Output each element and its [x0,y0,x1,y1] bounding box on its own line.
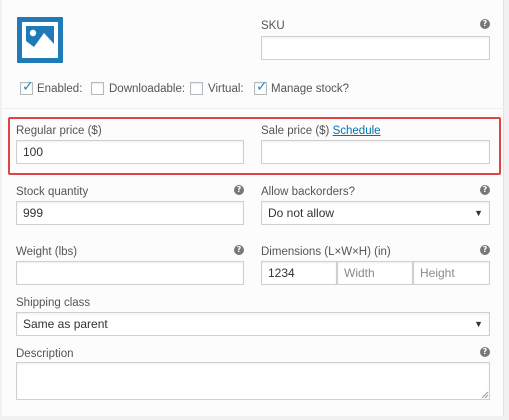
stock-quantity-help-icon[interactable]: ? [234,185,244,195]
sale-price-label-text: Sale price ($) [261,125,330,137]
virtual-label: Virtual: [208,83,244,95]
description-label: Description [16,348,74,360]
divider [4,108,504,109]
dropdown-arrow-icon: ▼ [474,208,483,218]
stock-quantity-input[interactable]: 999 [16,201,244,225]
sku-help-icon[interactable]: ? [480,19,490,29]
backorders-selected: Do not allow [268,206,335,220]
virtual-checkbox[interactable] [190,82,203,95]
downloadable-checkbox[interactable] [91,82,104,95]
sale-price-input[interactable] [261,140,490,164]
product-image-icon[interactable] [17,17,63,63]
description-textarea[interactable] [16,362,490,400]
length-input[interactable]: 1234 [261,261,337,285]
schedule-link[interactable]: Schedule [333,125,381,137]
manage-stock-checkbox[interactable]: ✓ [254,79,268,95]
sku-label: SKU [261,20,285,32]
resize-handle-icon[interactable] [481,391,489,399]
sku-input[interactable] [261,36,490,60]
variation-panel: SKU ? ✓ Enabled: Downloadable: Virtual: … [2,0,504,416]
sale-price-label: Sale price ($) Schedule [261,125,381,137]
weight-label: Weight (lbs) [16,246,78,258]
shipping-class-label: Shipping class [16,297,91,309]
regular-price-label: Regular price ($) [16,125,102,137]
dimensions-help-icon[interactable]: ? [480,245,490,255]
checkmark-icon: ✓ [22,79,34,95]
enabled-checkbox[interactable]: ✓ [20,79,34,95]
weight-input[interactable] [16,261,244,285]
shipping-class-select[interactable]: Same as parent ▼ [16,312,490,336]
enabled-label: Enabled: [37,83,83,95]
backorders-label: Allow backorders? [261,186,355,198]
backorders-help-icon[interactable]: ? [480,185,490,195]
weight-help-icon[interactable]: ? [234,245,244,255]
shipping-class-selected: Same as parent [23,317,108,331]
width-input[interactable]: Width [337,261,413,285]
stock-quantity-label: Stock quantity [16,186,89,198]
description-help-icon[interactable]: ? [480,347,490,357]
checkmark-icon: ✓ [256,79,268,95]
height-input[interactable]: Height [413,261,490,285]
dropdown-arrow-icon: ▼ [474,319,483,329]
downloadable-label: Downloadable: [109,83,186,95]
regular-price-input[interactable]: 100 [16,140,244,164]
manage-stock-label: Manage stock? [271,83,349,95]
dimensions-label: Dimensions (L×W×H) (in) [261,246,391,258]
backorders-select[interactable]: Do not allow ▼ [261,201,490,225]
